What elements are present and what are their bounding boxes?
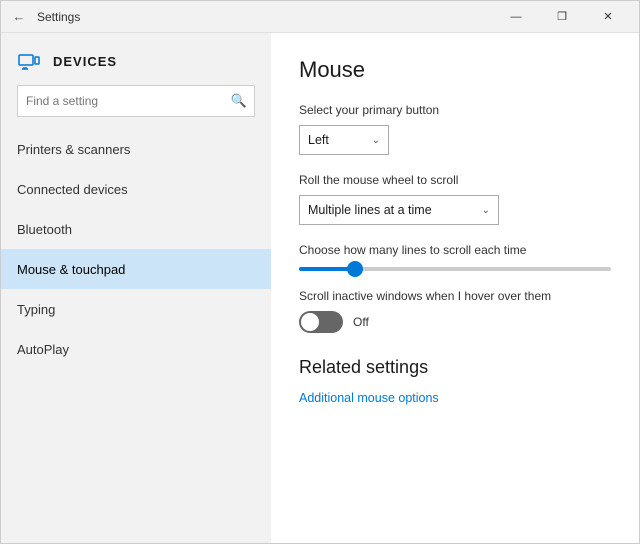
sidebar-item-mouse[interactable]: Mouse & touchpad bbox=[1, 249, 271, 289]
window-title: Settings bbox=[37, 10, 80, 24]
primary-button-arrow: ⌄ bbox=[372, 135, 380, 146]
toggle-state-label: Off bbox=[353, 315, 369, 329]
sidebar-item-bluetooth[interactable]: Bluetooth bbox=[1, 209, 271, 249]
sidebar-item-autoplay[interactable]: AutoPlay bbox=[1, 329, 271, 369]
minimize-button[interactable]: — bbox=[493, 1, 539, 33]
scroll-setting-dropdown[interactable]: Multiple lines at a time ⌄ bbox=[299, 195, 499, 225]
additional-mouse-options-link[interactable]: Additional mouse options bbox=[299, 391, 439, 405]
content-area: DEVICES 🔍 Printers & scanners Connected … bbox=[1, 33, 639, 543]
scroll-setting-value: Multiple lines at a time bbox=[308, 203, 474, 217]
back-button[interactable]: ← bbox=[9, 7, 29, 27]
sidebar-item-connected[interactable]: Connected devices bbox=[1, 169, 271, 209]
page-title: Mouse bbox=[299, 57, 611, 83]
scroll-lines-label: Choose how many lines to scroll each tim… bbox=[299, 243, 611, 257]
scroll-setting-label: Roll the mouse wheel to scroll bbox=[299, 173, 611, 187]
maximize-button[interactable]: ❐ bbox=[539, 1, 585, 33]
primary-button-dropdown[interactable]: Left ⌄ bbox=[299, 125, 389, 155]
search-wrapper: 🔍 bbox=[17, 85, 255, 117]
sidebar-item-typing[interactable]: Typing bbox=[1, 289, 271, 329]
scroll-slider-track bbox=[299, 267, 611, 271]
scroll-inactive-section: Scroll inactive windows when I hover ove… bbox=[299, 289, 611, 333]
sidebar: DEVICES 🔍 Printers & scanners Connected … bbox=[1, 33, 271, 543]
primary-button-label: Select your primary button bbox=[299, 103, 611, 117]
settings-window: ← Settings — ❐ ✕ DEVICES bbox=[0, 0, 640, 544]
toggle-knob bbox=[301, 313, 319, 331]
scroll-inactive-label: Scroll inactive windows when I hover ove… bbox=[299, 289, 611, 303]
related-settings: Related settings Additional mouse option… bbox=[299, 357, 611, 405]
sidebar-heading: DEVICES bbox=[53, 54, 117, 69]
sidebar-item-printers[interactable]: Printers & scanners bbox=[1, 129, 271, 169]
sidebar-nav: Printers & scanners Connected devices Bl… bbox=[1, 129, 271, 369]
scroll-lines-section: Choose how many lines to scroll each tim… bbox=[299, 243, 611, 271]
toggle-row: Off bbox=[299, 311, 611, 333]
scroll-inactive-toggle[interactable] bbox=[299, 311, 343, 333]
search-input[interactable] bbox=[17, 85, 255, 117]
primary-button-value: Left bbox=[308, 133, 364, 147]
scroll-setting-arrow: ⌄ bbox=[482, 205, 490, 216]
close-button[interactable]: ✕ bbox=[585, 1, 631, 33]
main-content: Mouse Select your primary button Left ⌄ … bbox=[271, 33, 639, 543]
search-area: 🔍 bbox=[17, 85, 255, 117]
title-bar: ← Settings — ❐ ✕ bbox=[1, 1, 639, 33]
devices-icon bbox=[17, 49, 41, 73]
slider-thumb[interactable] bbox=[347, 261, 363, 277]
window-controls: — ❐ ✕ bbox=[493, 1, 631, 33]
sidebar-header: DEVICES bbox=[1, 33, 271, 85]
related-title: Related settings bbox=[299, 357, 611, 378]
title-bar-left: ← Settings bbox=[9, 7, 493, 27]
